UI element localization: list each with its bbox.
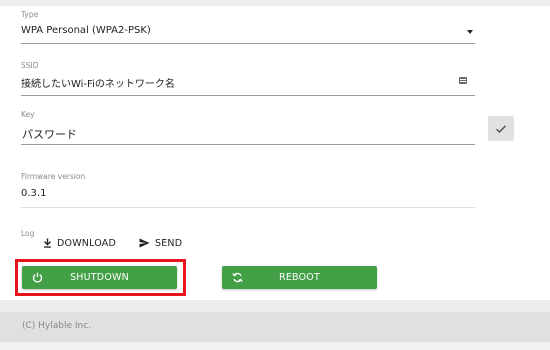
ssid-field[interactable]: SSID 接続したいWi-Fiのネットワーク名 xyxy=(21,61,475,96)
send-icon xyxy=(139,238,150,248)
reboot-button[interactable]: REBOOT xyxy=(222,266,377,289)
bottom-strip xyxy=(0,342,550,350)
key-field[interactable]: Key パスワード xyxy=(21,110,475,145)
check-icon xyxy=(496,124,506,133)
firmware-underline xyxy=(21,207,475,208)
download-icon xyxy=(44,238,51,248)
type-value: WPA Personal (WPA2-PSK) xyxy=(21,25,151,36)
download-log-button[interactable]: DOWNLOAD xyxy=(43,235,116,251)
chevron-down-icon[interactable] xyxy=(467,30,473,34)
firmware-value: 0.3.1 xyxy=(21,188,47,199)
ssid-value: 接続したいWi-Fiのネットワーク名 xyxy=(21,79,175,90)
confirm-key-button[interactable] xyxy=(488,116,514,141)
ssid-underline xyxy=(21,95,475,96)
key-label: Key xyxy=(21,110,35,119)
footer: (C) Hylable Inc. xyxy=(0,312,550,342)
send-log-button[interactable]: SEND xyxy=(139,235,182,251)
firmware-field: Firmware version 0.3.1 xyxy=(21,172,475,208)
settings-page: Type WPA Personal (WPA2-PSK) SSID 接続したいW… xyxy=(0,0,550,350)
settings-card xyxy=(0,6,550,300)
log-label: Log xyxy=(21,229,35,238)
keyboard-icon xyxy=(459,77,467,84)
type-underline xyxy=(21,43,475,44)
shutdown-highlight-box xyxy=(15,259,186,296)
ssid-label: SSID xyxy=(21,61,39,70)
download-label: DOWNLOAD xyxy=(57,237,116,249)
copyright-text: (C) Hylable Inc. xyxy=(22,321,92,331)
key-underline xyxy=(21,144,475,145)
firmware-label: Firmware version xyxy=(21,172,86,181)
type-label: Type xyxy=(21,10,39,19)
send-label: SEND xyxy=(155,237,183,249)
reboot-label: REBOOT xyxy=(279,272,320,283)
type-select[interactable]: Type WPA Personal (WPA2-PSK) xyxy=(21,10,475,44)
key-value: パスワード xyxy=(22,128,77,141)
